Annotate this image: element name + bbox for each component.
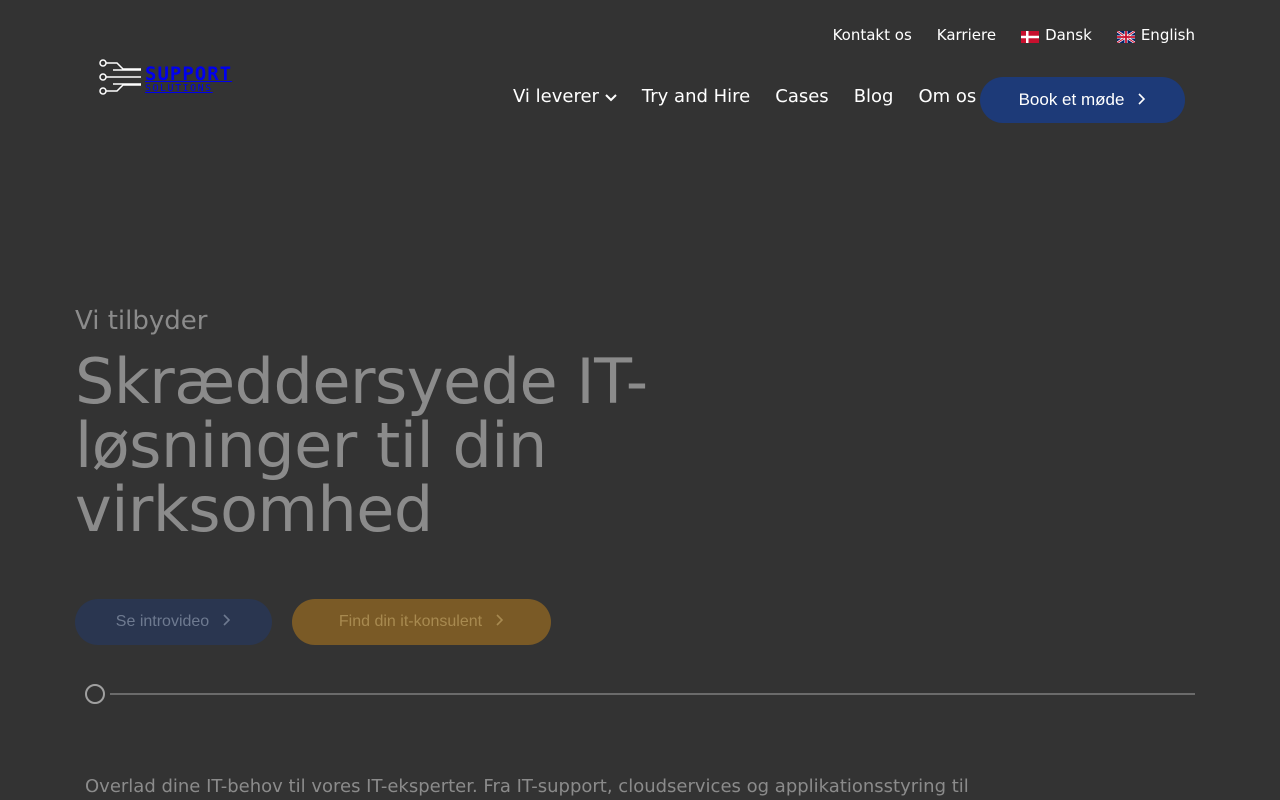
language-danish-label: Dansk (1045, 26, 1092, 44)
uk-flag-icon (1116, 29, 1136, 44)
nav-item-blog[interactable]: Blog (854, 86, 894, 107)
logo[interactable]: SUPPORT SOLUTIONS (99, 59, 232, 99)
intro-video-button[interactable]: Se introvideo (75, 599, 272, 645)
logo-line-1: SUPPORT (145, 62, 233, 85)
progress-knob[interactable] (85, 684, 105, 704)
progress-track (110, 693, 1195, 695)
chevron-right-icon (223, 613, 231, 631)
denmark-flag-icon (1021, 29, 1040, 43)
hero-headline: Skræddersyede IT- løsninger til din virk… (75, 350, 755, 542)
circuit-logo-icon (99, 59, 141, 99)
nav-item-cases[interactable]: Cases (775, 86, 828, 107)
hero-headline-line-2: løsninger til din (75, 409, 547, 482)
hero-cta-row: Se introvideo Find din it-konsulent (75, 599, 551, 645)
nav-item-label: Vi leverer (513, 86, 599, 107)
book-meeting-button[interactable]: Book et møde (980, 77, 1185, 123)
intro-paragraph: Overlad dine IT-behov til vores IT-ekspe… (85, 776, 969, 797)
career-link[interactable]: Karriere (937, 26, 996, 44)
main-nav: Vi leverer Try and Hire Cases Blog Om os (513, 86, 976, 107)
language-english-label: English (1140, 26, 1195, 44)
hero-headline-line-3: virksomhed (75, 473, 433, 546)
nav-item-vi-leverer[interactable]: Vi leverer (513, 86, 617, 107)
language-danish-link[interactable]: Dansk (1021, 26, 1092, 44)
nav-item-try-and-hire[interactable]: Try and Hire (642, 86, 750, 107)
hero-headline-line-1: Skræddersyede IT- (75, 345, 648, 418)
chevron-right-icon (496, 613, 504, 631)
logo-line-2: SOLUTIONS (145, 82, 213, 94)
utility-nav: Kontakt os Karriere Dansk English (833, 26, 1195, 44)
chevron-down-icon (605, 86, 617, 107)
find-consultant-label: Find din it-konsulent (338, 613, 483, 630)
logo-text: SUPPORT SOLUTIONS (145, 62, 233, 94)
intro-video-label: Se introvideo (115, 613, 210, 630)
hero-section: Vi tilbyder Skræddersyede IT- løsninger … (75, 306, 755, 542)
hero-eyebrow: Vi tilbyder (75, 306, 208, 336)
book-meeting-label: Book et møde (1018, 90, 1125, 109)
chevron-right-icon (1138, 90, 1146, 110)
nav-item-om-os[interactable]: Om os (918, 86, 976, 107)
language-english-link[interactable]: English (1116, 26, 1195, 44)
contact-link[interactable]: Kontakt os (833, 26, 912, 44)
find-consultant-button[interactable]: Find din it-konsulent (292, 599, 551, 645)
